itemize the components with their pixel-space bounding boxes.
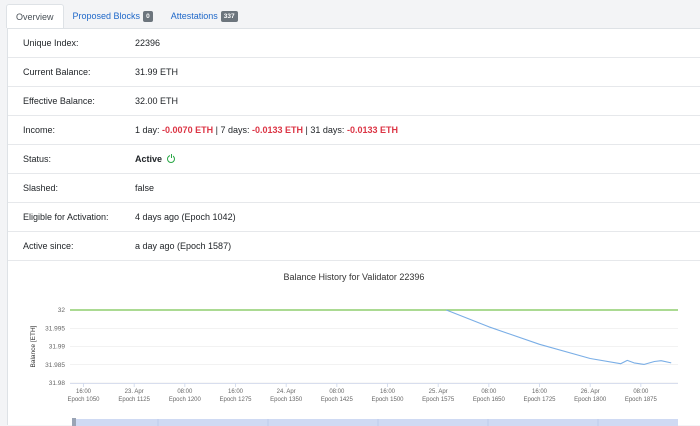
income-7-days-value: -0.0133 ETH <box>252 125 304 135</box>
x-tick-label: Epoch 1050 <box>67 397 100 403</box>
unique-index-value: 22396 <box>135 38 161 48</box>
tab-overview-label: Overview <box>16 11 54 22</box>
x-tick-label: 08:00 <box>481 389 497 395</box>
attestations-count-badge: 337 <box>220 10 238 22</box>
eligible-activation-label: Eligible for Activation: <box>23 212 109 222</box>
tab-proposed-blocks[interactable]: Proposed Blocks 0 <box>64 4 162 28</box>
x-tick-label: 25. Apr <box>429 389 448 395</box>
x-tick-label: 16:00 <box>532 389 548 395</box>
income-1-day-label: 1 day: <box>135 125 160 135</box>
x-tick-label: Epoch 1200 <box>169 397 202 403</box>
x-tick-label: 08:00 <box>177 389 193 395</box>
balance-history-chart: Balance History for Validator 22396 32 31… <box>8 261 700 426</box>
x-tick-label: 08:00 <box>329 389 345 395</box>
income-1-day-value: -0.0070 ETH <box>162 125 214 135</box>
x-tick-label: 16:00 <box>228 389 244 395</box>
x-tick-label: Epoch 1800 <box>574 397 607 403</box>
status-value: Active <box>135 153 700 164</box>
y-tick-label: 31.99 <box>49 344 66 351</box>
active-since-label: Active since: <box>23 241 74 251</box>
y-tick-label: 32 <box>58 307 66 314</box>
income-31-days-label: 31 days: <box>310 125 345 135</box>
x-tick-label: 16:00 <box>76 389 92 395</box>
current-balance-value: 31.99 ETH <box>135 67 179 77</box>
x-tick-label: Epoch 1875 <box>625 397 658 403</box>
x-tick-label: Epoch 1575 <box>422 397 455 403</box>
status-label: Status: <box>23 154 52 164</box>
x-tick-label: Epoch 1350 <box>270 397 303 403</box>
x-tick-label: 08:00 <box>633 389 649 395</box>
y-tick-label: 31.985 <box>45 362 65 369</box>
tab-attestations[interactable]: Attestations 337 <box>162 4 247 28</box>
tab-proposed-blocks-label: Proposed Blocks <box>72 11 141 21</box>
effective-balance-row: Effective Balance: 32.00 ETH <box>8 87 700 116</box>
status-text: Active <box>135 154 163 164</box>
income-separator: | <box>305 125 308 135</box>
income-value: 1 day: -0.0070 ETH | 7 days: -0.0133 ETH… <box>135 125 700 135</box>
proposed-blocks-count-badge: 0 <box>143 10 153 22</box>
income-separator: | <box>215 125 218 135</box>
validator-overview-card: Unique Index: 22396 Current Balance: 31.… <box>7 28 700 426</box>
current-balance-row: Current Balance: 31.99 ETH <box>8 58 700 87</box>
x-tick-label: Epoch 1275 <box>219 397 252 403</box>
unique-index-row: Unique Index: 22396 <box>8 29 700 58</box>
x-tick-label: Epoch 1500 <box>371 397 404 403</box>
active-since-row: Active since: a day ago (Epoch 1587) <box>8 232 700 261</box>
x-tick-label: Epoch 1725 <box>523 397 556 403</box>
income-31-days-value: -0.0133 ETH <box>346 125 398 135</box>
y-axis-label: Balance [ETH] <box>30 325 37 367</box>
x-tick-label: 26. Apr <box>581 389 600 395</box>
income-row: Income: 1 day: -0.0070 ETH | 7 days: -0.… <box>8 116 700 145</box>
tab-overview[interactable]: Overview <box>6 4 64 28</box>
y-tick-label: 31.995 <box>45 325 65 332</box>
x-tick-label: Epoch 1425 <box>321 397 354 403</box>
current-balance-label: Current Balance: <box>23 67 91 77</box>
x-tick-label: 24. Apr <box>277 389 296 395</box>
slashed-label: Slashed: <box>23 183 59 193</box>
x-tick-label: 23. Apr <box>125 389 144 395</box>
effective-balance-value: 32.00 ETH <box>135 96 179 106</box>
y-tick-label: 31.98 <box>49 380 66 387</box>
slashed-value: false <box>135 183 155 193</box>
x-tick-label: 16:00 <box>380 389 396 395</box>
slashed-row: Slashed: false <box>8 174 700 203</box>
power-icon <box>166 153 175 163</box>
eligible-activation-value: 4 days ago (Epoch 1042) <box>135 212 236 222</box>
status-row: Status: Active <box>8 145 700 174</box>
tab-attestations-label: Attestations <box>170 11 218 21</box>
x-tick-label: Epoch 1650 <box>473 397 506 403</box>
balance-history-plot: 32 31.995 31.99 31.985 31.98 Balance [ETH] 16:… <box>30 307 678 426</box>
active-since-value: a day ago (Epoch 1587) <box>135 241 232 251</box>
effective-balance-label: Effective Balance: <box>23 96 95 106</box>
series-line-1 <box>446 309 672 365</box>
tab-bar: Overview Proposed Blocks 0 Attestations … <box>0 0 700 28</box>
eligible-activation-row: Eligible for Activation: 4 days ago (Epo… <box>8 203 700 232</box>
income-label: Income: <box>23 125 56 135</box>
x-tick-label: Epoch 1125 <box>118 397 150 403</box>
unique-index-label: Unique Index: <box>23 38 79 48</box>
income-7-days-label: 7 days: <box>220 125 250 135</box>
